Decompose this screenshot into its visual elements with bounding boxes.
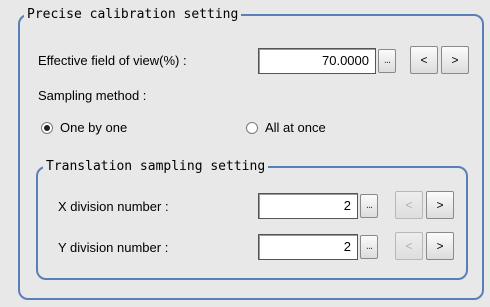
fov-edit-button[interactable]: ... [378, 49, 396, 73]
precise-calibration-title: Precise calibration setting [24, 7, 242, 23]
radio-one-by-one[interactable] [41, 122, 53, 134]
sampling-method-label: Sampling method : [38, 88, 147, 103]
x-division-label: X division number : [58, 199, 169, 214]
radio-all-at-once-label[interactable]: All at once [265, 120, 326, 136]
radio-selected-dot [44, 125, 50, 131]
fov-input[interactable]: 70.0000 [258, 48, 376, 74]
y-division-edit-button[interactable]: ... [360, 235, 378, 259]
fov-increment-button[interactable]: > [441, 46, 469, 74]
x-division-increment-button[interactable]: > [426, 191, 454, 219]
y-division-decrement-button[interactable]: < [395, 232, 423, 260]
x-division-edit-button[interactable]: ... [360, 194, 378, 218]
radio-one-by-one-label[interactable]: One by one [60, 120, 127, 136]
y-division-label: Y division number : [58, 240, 169, 255]
radio-all-at-once[interactable] [246, 122, 258, 134]
fov-label: Effective field of view(%) : [38, 53, 187, 68]
calibration-panel: Precise calibration setting Effective fi… [0, 0, 490, 307]
fov-decrement-button[interactable]: < [410, 46, 438, 74]
x-division-input[interactable]: 2 [258, 193, 358, 219]
translation-sampling-title: Translation sampling setting [43, 159, 269, 175]
y-division-input[interactable]: 2 [258, 234, 358, 260]
translation-sampling-group [36, 166, 468, 280]
y-division-increment-button[interactable]: > [426, 232, 454, 260]
x-division-decrement-button[interactable]: < [395, 191, 423, 219]
